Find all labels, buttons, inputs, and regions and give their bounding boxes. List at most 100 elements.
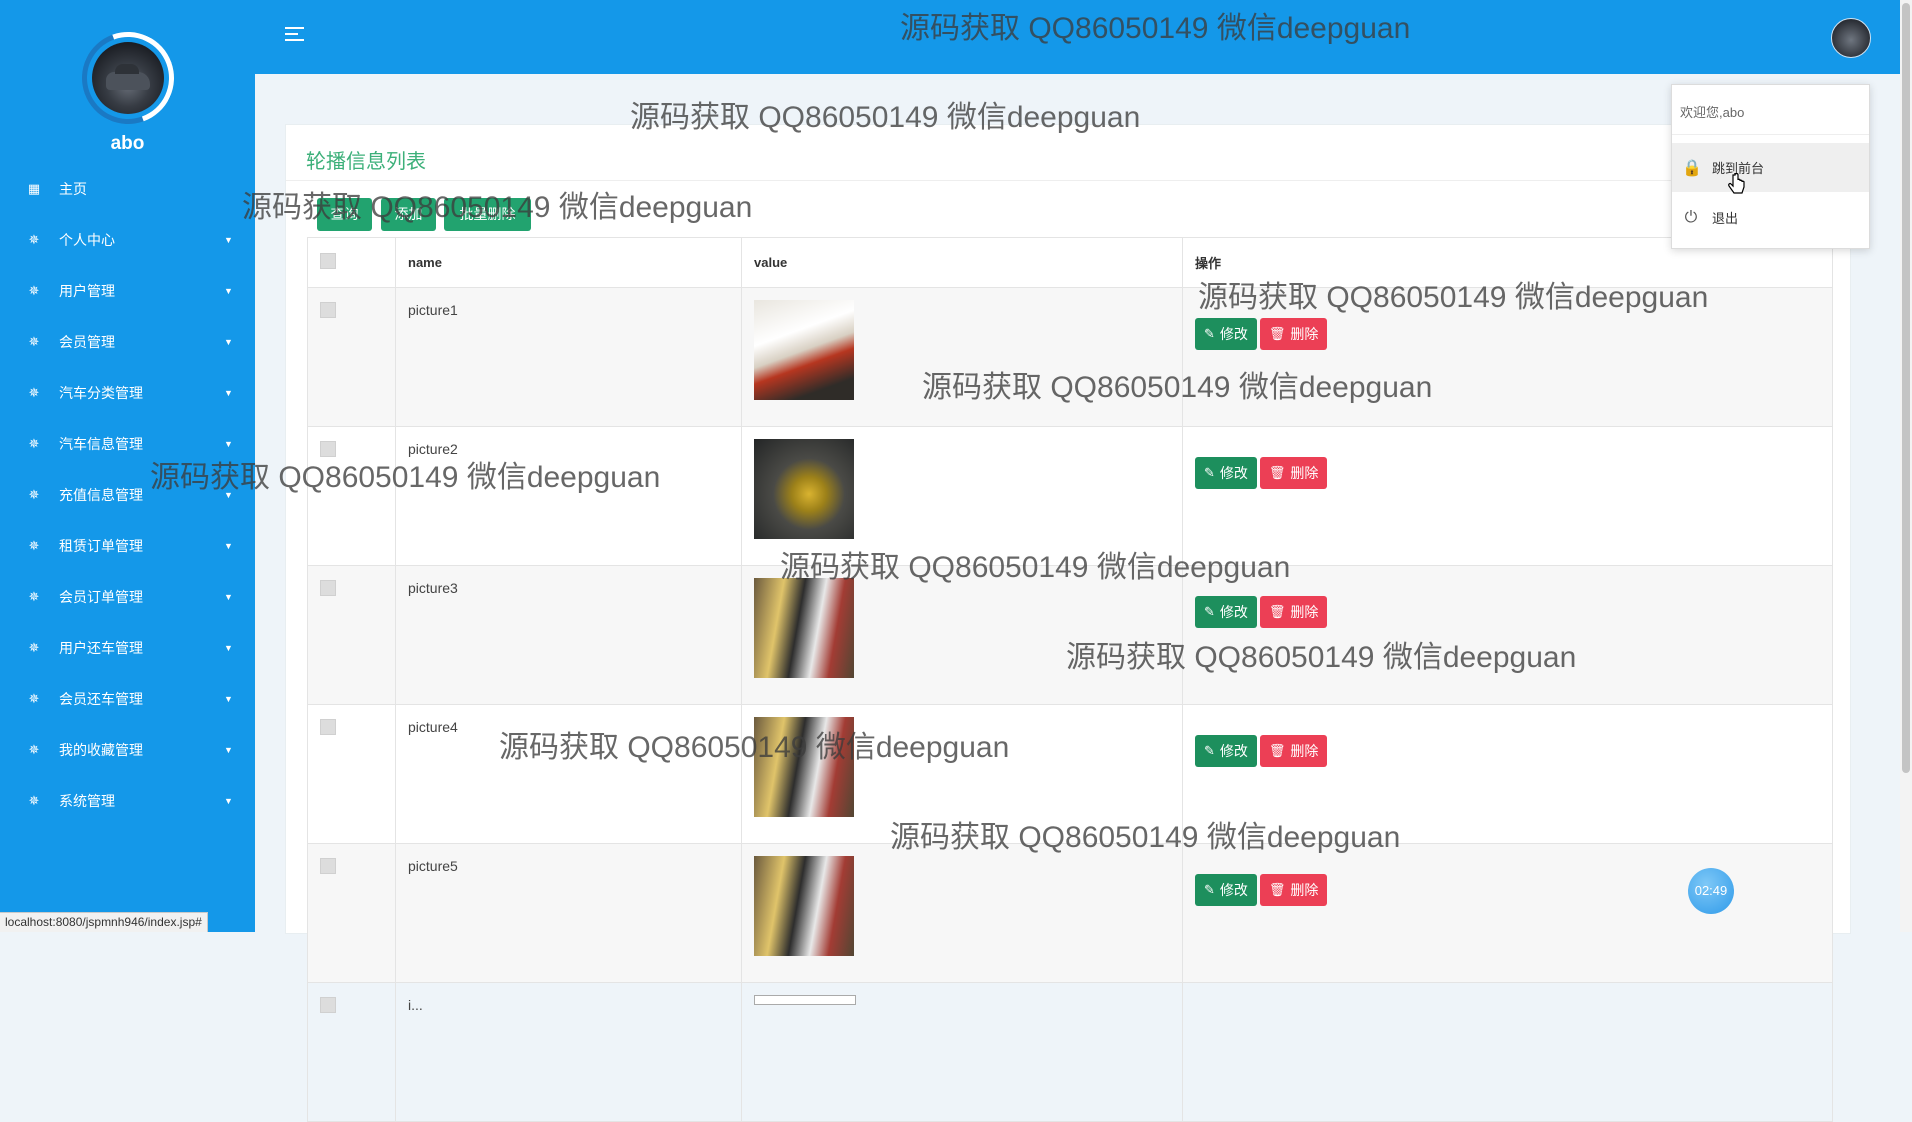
chevron-down-icon: ▼ [224, 795, 233, 806]
edit-button[interactable]: ✎ 修改 [1195, 874, 1257, 906]
delete-button[interactable]: 🗑 删除 [1259, 735, 1328, 767]
column-header-value: value [741, 237, 1183, 288]
welcome-text: 欢迎您,abo [1680, 105, 1745, 120]
watermark-text: 源码获取 QQ86050149 微信deepguan [922, 371, 1433, 404]
trash-icon: 🗑 [1268, 465, 1286, 480]
chevron-down-icon: ▼ [224, 387, 233, 398]
delete-button[interactable]: 🗑 删除 [1259, 318, 1328, 350]
sidebar-item-car-category[interactable]: ✵ 汽车分类管理 ▼ [0, 367, 255, 418]
carousel-image [754, 439, 854, 539]
sidebar-item-home[interactable]: ▦ 主页 [0, 163, 255, 214]
chevron-down-icon: ▼ [224, 285, 233, 296]
sidebar-item-member-orders[interactable]: ✵ 会员订单管理 ▼ [0, 571, 255, 622]
user-avatar-button[interactable] [1831, 18, 1871, 58]
menu-icon: ✵ [28, 792, 40, 808]
sidebar-item-label: 系统管理 [59, 792, 115, 809]
menu-icon: ✵ [28, 435, 40, 451]
watermark-text: 源码获取 QQ86050149 微信deepguan [242, 191, 753, 224]
row-checkbox[interactable] [320, 858, 336, 874]
sidebar-item-favorites[interactable]: ✵ 我的收藏管理 ▼ [0, 724, 255, 775]
carousel-image [754, 995, 856, 1005]
menu-icon: ✵ [28, 588, 40, 604]
table-row: i... [307, 982, 1833, 1122]
dashboard-icon: ▦ [27, 180, 41, 196]
edit-button[interactable]: ✎ 修改 [1195, 596, 1257, 628]
go-to-frontend-item[interactable]: 🔒 跳到前台 [1672, 143, 1869, 192]
menu-icon: ✵ [28, 231, 40, 247]
edit-button[interactable]: ✎ 修改 [1195, 735, 1257, 767]
sidebar-item-label: 个人中心 [59, 231, 115, 248]
sidebar-item-user-management[interactable]: ✵ 用户管理 ▼ [0, 265, 255, 316]
edit-icon: ✎ [1204, 743, 1215, 758]
scrollbar-thumb[interactable] [1902, 3, 1910, 773]
row-name: picture3 [395, 565, 742, 705]
sidebar-item-label: 用户管理 [59, 282, 115, 299]
select-all-cell [307, 237, 396, 288]
sidebar-item-label: 会员管理 [59, 333, 115, 350]
trash-icon: 🗑 [1268, 604, 1286, 619]
power-icon: ⏻ [1684, 208, 1698, 226]
chevron-down-icon: ▼ [224, 591, 233, 602]
trash-icon: 🗑 [1268, 743, 1286, 758]
row-checkbox[interactable] [320, 302, 336, 318]
delete-button[interactable]: 🗑 删除 [1259, 596, 1328, 628]
select-all-checkbox[interactable] [320, 253, 336, 269]
row-checkbox[interactable] [320, 580, 336, 596]
sidebar-item-label: 主页 [59, 180, 87, 197]
menu-icon: ✵ [28, 690, 40, 706]
watermark-text: 源码获取 QQ86050149 微信deepguan [900, 12, 1411, 45]
menu-icon: ✵ [28, 384, 40, 400]
sidebar-item-personal-center[interactable]: ✵ 个人中心 ▼ [0, 214, 255, 265]
sidebar-item-label: 会员订单管理 [59, 588, 143, 605]
watermark-text: 源码获取 QQ86050149 微信deepguan [150, 461, 661, 494]
avatar-image [92, 42, 164, 114]
delete-button[interactable]: 🗑 删除 [1259, 874, 1328, 906]
edit-icon: ✎ [1204, 326, 1215, 341]
floating-timer[interactable]: 02:49 [1688, 868, 1734, 914]
menu-icon: ✵ [28, 741, 40, 757]
menu-icon: ✵ [28, 639, 40, 655]
chevron-down-icon: ▼ [224, 744, 233, 755]
row-name: i... [395, 982, 742, 1122]
trash-icon: 🗑 [1268, 882, 1286, 897]
edit-icon: ✎ [1204, 882, 1215, 897]
watermark-text: 源码获取 QQ86050149 微信deepguan [1198, 281, 1709, 314]
carousel-image [754, 578, 854, 678]
watermark-text: 源码获取 QQ86050149 微信deepguan [890, 821, 1401, 854]
menu-icon: ✵ [28, 282, 40, 298]
sidebar-item-user-return[interactable]: ✵ 用户还车管理 ▼ [0, 622, 255, 673]
menu-icon: ✵ [28, 333, 40, 349]
sidebar-item-label: 汽车信息管理 [59, 435, 143, 452]
chevron-down-icon: ▼ [224, 693, 233, 704]
menu-icon: ✵ [28, 537, 40, 553]
sidebar-item-label: 汽车分类管理 [59, 384, 143, 401]
sidebar-item-member-management[interactable]: ✵ 会员管理 ▼ [0, 316, 255, 367]
user-dropdown-menu: 欢迎您,abo 🔒 跳到前台 ⏻ 退出 [1671, 84, 1870, 249]
sidebar-item-rental-orders[interactable]: ✵ 租赁订单管理 ▼ [0, 520, 255, 571]
chevron-down-icon: ▼ [224, 234, 233, 245]
menu-toggle-icon[interactable] [285, 27, 305, 45]
sidebar-item-member-return[interactable]: ✵ 会员还车管理 ▼ [0, 673, 255, 724]
sidebar-item-label: 用户还车管理 [59, 639, 143, 656]
sidebar-item-label: 会员还车管理 [59, 690, 143, 707]
edit-icon: ✎ [1204, 465, 1215, 480]
edit-button[interactable]: ✎ 修改 [1195, 457, 1257, 489]
edit-icon: ✎ [1204, 604, 1215, 619]
column-header-name: name [395, 237, 742, 288]
edit-button[interactable]: ✎ 修改 [1195, 318, 1257, 350]
sidebar-username: abo [110, 133, 145, 154]
sidebar-item-system[interactable]: ✵ 系统管理 ▼ [0, 775, 255, 826]
chevron-down-icon: ▼ [224, 438, 233, 449]
delete-button[interactable]: 🗑 删除 [1259, 457, 1328, 489]
watermark-text: 源码获取 QQ86050149 微信deepguan [630, 101, 1141, 134]
scrollbar[interactable] [1900, 0, 1912, 932]
row-checkbox[interactable] [320, 719, 336, 735]
carousel-image [754, 300, 854, 400]
watermark-text: 源码获取 QQ86050149 微信deepguan [780, 551, 1291, 584]
watermark-text: 源码获取 QQ86050149 微信deepguan [499, 731, 1010, 764]
row-checkbox[interactable] [320, 997, 336, 1013]
menu-icon: ✵ [28, 486, 40, 502]
trash-icon: 🗑 [1268, 326, 1286, 341]
logout-item[interactable]: ⏻ 退出 [1672, 193, 1869, 242]
sidebar-avatar[interactable] [66, 16, 190, 140]
